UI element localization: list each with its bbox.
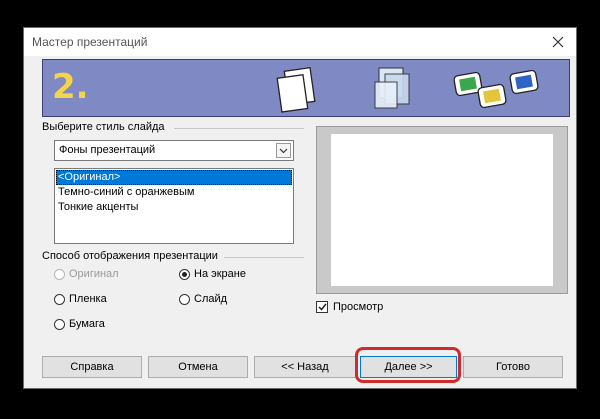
slide-preview xyxy=(316,126,568,294)
checkbox-label: Просмотр xyxy=(333,301,384,313)
output-medium-group-label: Способ отображения презентации xyxy=(42,250,218,262)
group-divider xyxy=(224,257,304,258)
radio-label: Слайд xyxy=(194,293,228,305)
help-button[interactable]: Справка xyxy=(42,356,142,378)
radio-slide[interactable]: Слайд xyxy=(179,291,227,307)
group-divider xyxy=(174,128,304,129)
back-button[interactable]: << Назад xyxy=(254,356,356,378)
slide-style-list[interactable]: <Оригинал> Темно-синий с оранжевым Тонки… xyxy=(54,168,294,244)
checkbox[interactable] xyxy=(316,301,328,313)
list-item[interactable]: Тонкие акценты xyxy=(56,200,292,215)
next-button-highlight xyxy=(355,347,461,383)
chevron-down-icon[interactable] xyxy=(276,143,291,158)
list-item[interactable]: Темно-синий с оранжевым xyxy=(56,185,292,200)
radio-button[interactable] xyxy=(179,268,190,280)
title-bar: Мастер презентаций xyxy=(24,28,576,56)
radio-label: На экране xyxy=(194,268,246,280)
radio-label: Бумага xyxy=(69,318,105,330)
radio-original[interactable]: Оригинал xyxy=(54,266,119,282)
radio-paper[interactable]: Бумага xyxy=(54,316,105,332)
slide-style-group-label: Выберите стиль слайда xyxy=(42,121,165,133)
radio-button[interactable] xyxy=(54,268,65,280)
window-title: Мастер презентаций xyxy=(32,35,148,49)
wizard-banner: 2. xyxy=(42,59,570,117)
radio-label: Оригинал xyxy=(69,268,119,280)
preview-checkbox[interactable]: Просмотр xyxy=(316,301,383,313)
slide-style-dropdown[interactable]: Фоны презентаций xyxy=(54,140,294,161)
radio-button[interactable] xyxy=(54,293,65,305)
close-icon[interactable] xyxy=(544,31,572,53)
preview-slide xyxy=(331,134,553,286)
dropdown-value: Фоны презентаций xyxy=(59,144,156,156)
radio-label: Пленка xyxy=(69,293,107,305)
list-item[interactable]: <Оригинал> xyxy=(56,170,292,185)
radio-button[interactable] xyxy=(54,318,65,330)
radio-film[interactable]: Пленка xyxy=(54,291,107,307)
cancel-button[interactable]: Отмена xyxy=(148,356,248,378)
slides-illustration-icon xyxy=(276,66,539,113)
finish-button[interactable]: Готово xyxy=(463,356,563,378)
presentation-wizard-dialog: Мастер презентаций 2. Выберите стиль сла… xyxy=(23,27,577,389)
radio-button[interactable] xyxy=(179,293,190,305)
radio-on-screen[interactable]: На экране xyxy=(179,266,246,282)
